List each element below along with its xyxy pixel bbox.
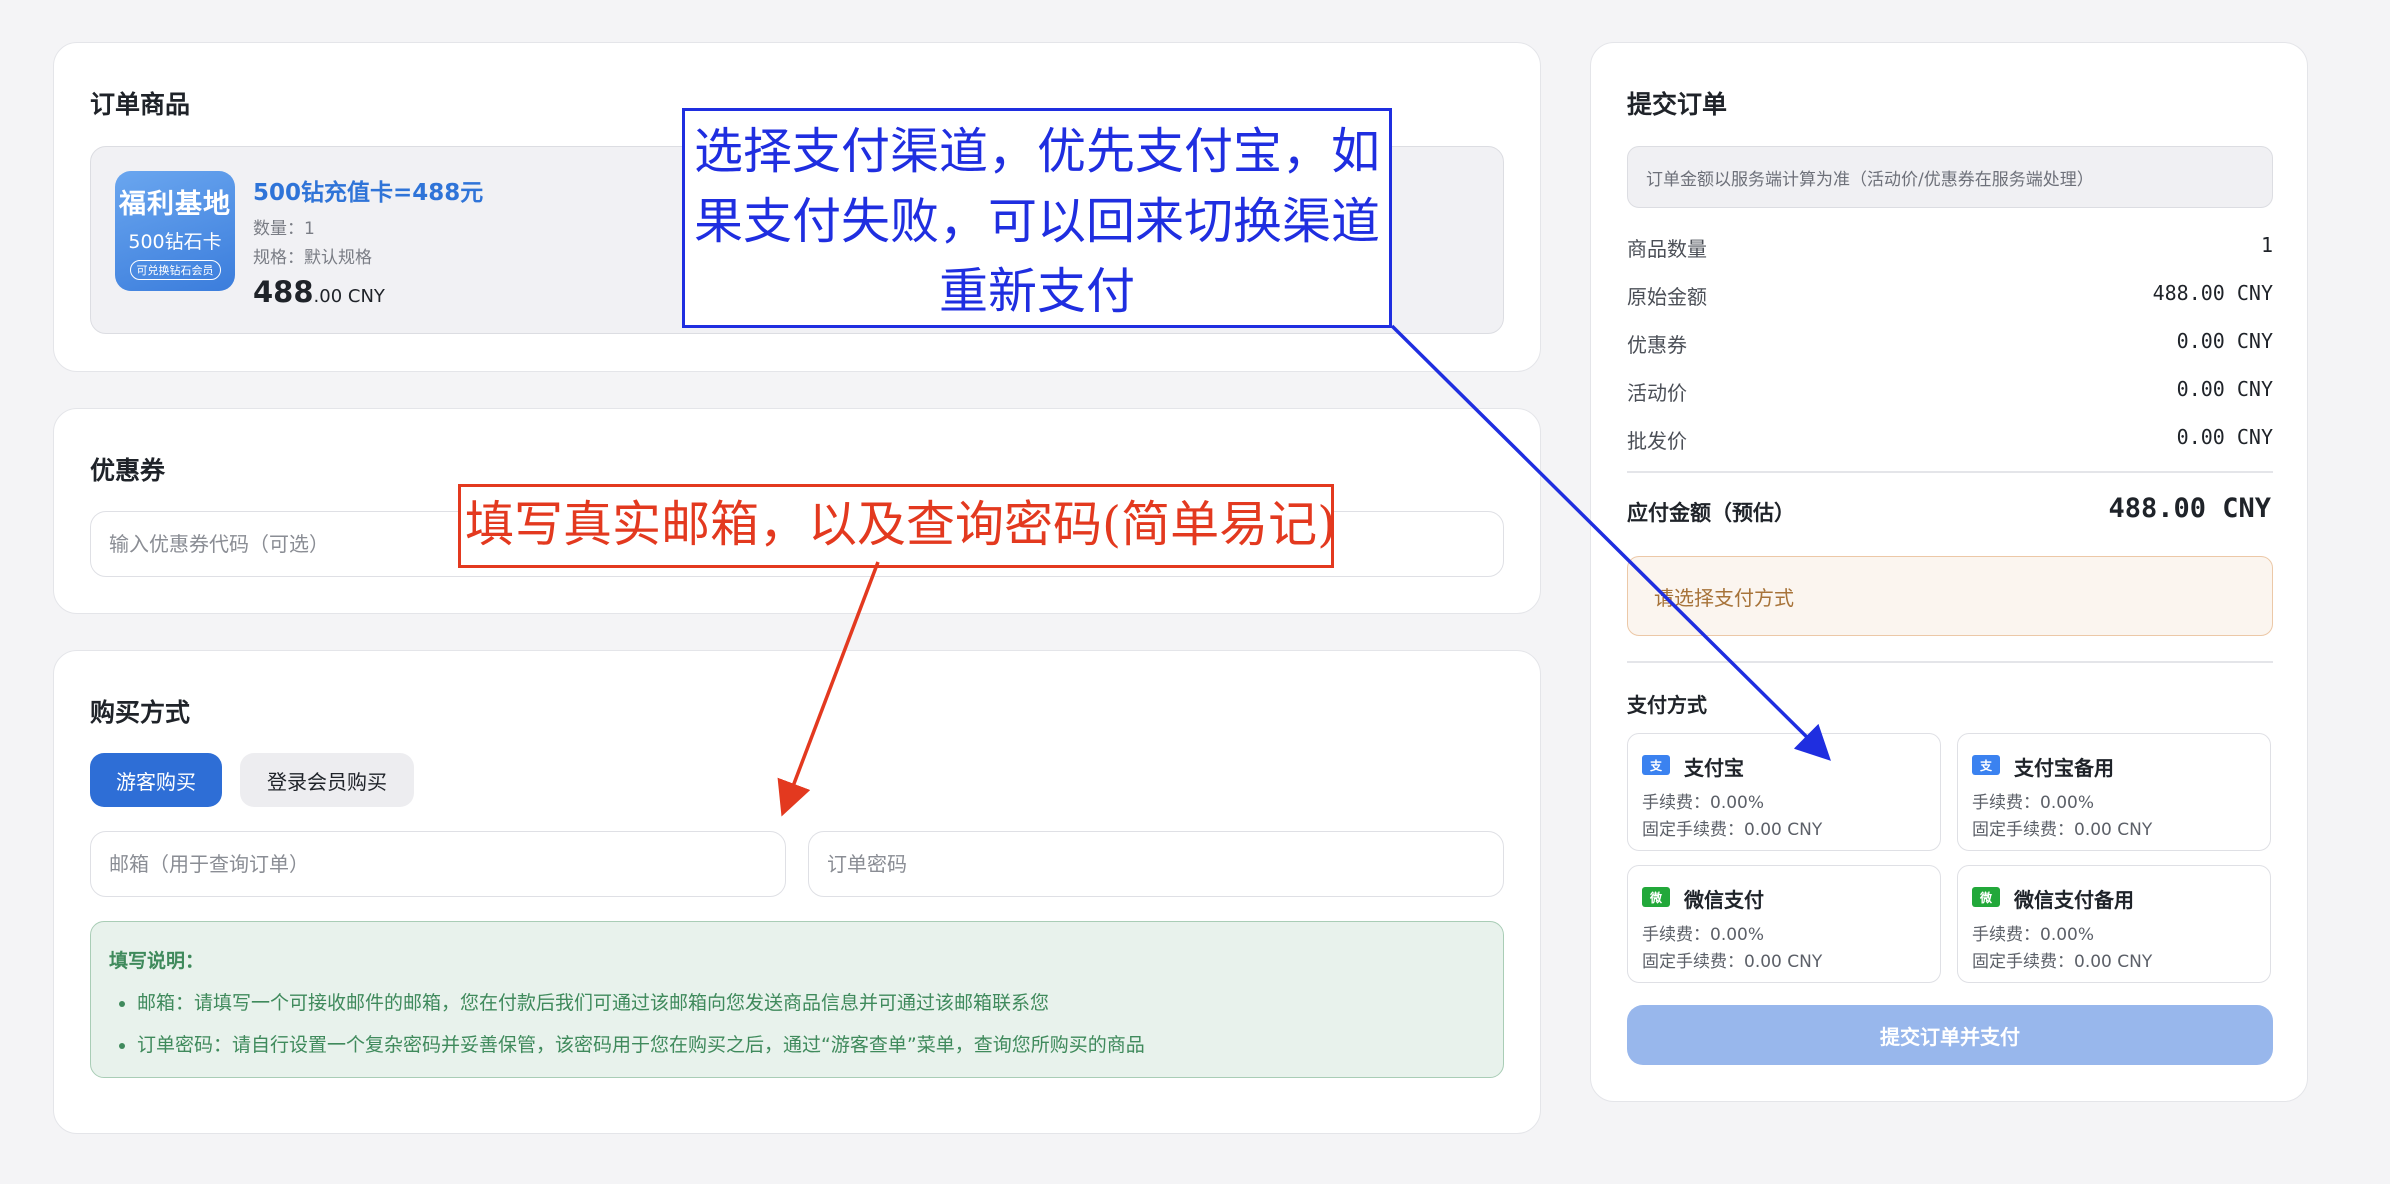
summary-row-coupon: 优惠券 0.00 CNY xyxy=(1627,329,2273,359)
payment-option-name: 支付宝 xyxy=(1684,756,1744,780)
product-name[interactable]: 500钻充值卡=488元 xyxy=(253,173,483,207)
tab-member-purchase[interactable]: 登录会员购买 xyxy=(240,753,414,807)
wechat-pay-icon: 微 xyxy=(1642,887,1670,907)
summary-label: 商品数量 xyxy=(1627,237,1707,261)
summary-label: 原始金额 xyxy=(1627,285,1707,309)
summary-row-wholesale: 批发价 0.00 CNY xyxy=(1627,425,2273,455)
payment-divider xyxy=(1627,661,2273,663)
payment-option-fixed-fee: 固定手续费：0.00 CNY xyxy=(1642,820,1823,840)
purchase-method-title: 购买方式 xyxy=(90,698,191,727)
payment-option-name: 支付宝备用 xyxy=(2014,756,2114,780)
amount-notice: 订单金额以服务端计算为准（活动价/优惠券在服务端处理） xyxy=(1627,146,2273,208)
alipay-icon: 支 xyxy=(1972,755,2000,775)
summary-value: 488.00 CNY xyxy=(2152,281,2273,305)
submit-order-button[interactable]: 提交订单并支付 xyxy=(1627,1005,2273,1065)
annotation-payment-channel: 选择支付渠道，优先支付宝，如果支付失败，可以回来切换渠道重新支付 xyxy=(682,108,1392,328)
product-quantity: 数量：1 xyxy=(253,219,315,239)
total-label: 应付金额（预估） xyxy=(1627,501,1795,525)
product-thumbnail: 福利基地 500钻石卡 可兑换钻石会员 xyxy=(115,171,235,291)
thumb-line-3: 可兑换钻石会员 xyxy=(129,260,221,280)
summary-value: 1 xyxy=(2260,233,2273,257)
payment-option-fixed-fee: 固定手续费：0.00 CNY xyxy=(1972,820,2153,840)
price-integer: 488 xyxy=(253,275,314,309)
payment-option-wechat[interactable]: 微 微信支付 手续费：0.00% 固定手续费：0.00 CNY xyxy=(1627,865,1941,983)
payment-option-fixed-fee: 固定手续费：0.00 CNY xyxy=(1972,952,2153,972)
summary-row-activity: 活动价 0.00 CNY xyxy=(1627,377,2273,407)
payment-warning: 请选择支付方式 xyxy=(1627,556,2273,636)
payment-option-alipay[interactable]: 支 支付宝 手续费：0.00% 固定手续费：0.00 CNY xyxy=(1627,733,1941,851)
order-password-field[interactable] xyxy=(808,831,1504,897)
payment-option-fee: 手续费：0.00% xyxy=(1972,925,2095,945)
thumb-line-2: 500钻石卡 xyxy=(128,231,222,253)
email-field[interactable] xyxy=(90,831,786,897)
payment-option-fee: 手续费：0.00% xyxy=(1642,925,1765,945)
product-price: 488.00 CNY xyxy=(253,275,385,309)
payment-option-fixed-fee: 固定手续费：0.00 CNY xyxy=(1642,952,1823,972)
product-spec: 规格：默认规格 xyxy=(253,248,372,268)
summary-value: 0.00 CNY xyxy=(2176,377,2273,401)
instructions-list: 邮箱：请填写一个可接收邮件的邮箱，您在付款后我们可通过该邮箱向您发送商品信息并可… xyxy=(137,988,1145,1072)
summary-row-quantity: 商品数量 1 xyxy=(1627,233,2273,263)
thumb-line-1: 福利基地 xyxy=(119,189,231,220)
payment-option-wechat-backup[interactable]: 微 微信支付备用 手续费：0.00% 固定手续费：0.00 CNY xyxy=(1957,865,2271,983)
payment-option-name: 微信支付备用 xyxy=(2014,888,2134,912)
payment-option-name: 微信支付 xyxy=(1684,888,1764,912)
purchase-method-card: 购买方式 游客购买 登录会员购买 填写说明： 邮箱：请填写一个可接收邮件的邮箱，… xyxy=(53,650,1541,1134)
summary-row-original: 原始金额 488.00 CNY xyxy=(1627,281,2273,311)
instruction-password: 订单密码：请自行设置一个复杂密码并妥善保管，该密码用于您在购买之后，通过“游客查… xyxy=(137,1030,1145,1057)
fill-instructions: 填写说明： 邮箱：请填写一个可接收邮件的邮箱，您在付款后我们可通过该邮箱向您发送… xyxy=(90,921,1504,1078)
summary-value: 0.00 CNY xyxy=(2176,329,2273,353)
tab-guest-purchase[interactable]: 游客购买 xyxy=(90,753,222,807)
order-items-title: 订单商品 xyxy=(90,90,191,119)
coupon-title: 优惠券 xyxy=(90,456,166,485)
price-decimal: .00 CNY xyxy=(313,286,385,307)
payment-option-fee: 手续费：0.00% xyxy=(1642,793,1765,813)
alipay-icon: 支 xyxy=(1642,755,1670,775)
summary-label: 批发价 xyxy=(1627,429,1687,453)
summary-label: 优惠券 xyxy=(1627,333,1687,357)
instructions-title: 填写说明： xyxy=(109,950,205,972)
order-summary-card: 提交订单 订单金额以服务端计算为准（活动价/优惠券在服务端处理） 商品数量 1 … xyxy=(1590,42,2308,1102)
payment-option-alipay-backup[interactable]: 支 支付宝备用 手续费：0.00% 固定手续费：0.00 CNY xyxy=(1957,733,2271,851)
summary-label: 活动价 xyxy=(1627,381,1687,405)
summary-value: 0.00 CNY xyxy=(2176,425,2273,449)
payment-option-fee: 手续费：0.00% xyxy=(1972,793,2095,813)
total-value: 488.00 CNY xyxy=(2108,493,2271,524)
instruction-email: 邮箱：请填写一个可接收邮件的邮箱，您在付款后我们可通过该邮箱向您发送商品信息并可… xyxy=(137,988,1145,1015)
wechat-pay-icon: 微 xyxy=(1972,887,2000,907)
summary-title: 提交订单 xyxy=(1627,90,1728,119)
summary-divider xyxy=(1627,471,2273,473)
payment-method-title: 支付方式 xyxy=(1627,693,1707,717)
annotation-email-password: 填写真实邮箱，以及查询密码(简单易记) xyxy=(458,484,1336,568)
